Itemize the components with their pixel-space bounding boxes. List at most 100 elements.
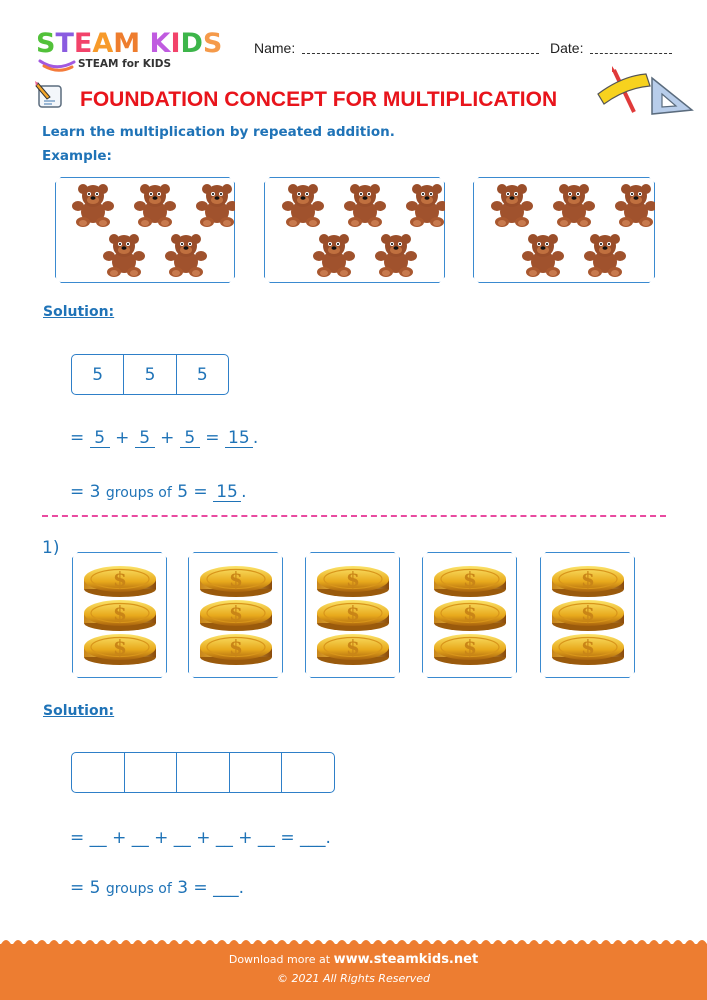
svg-text:$: $ bbox=[463, 601, 477, 625]
ruler-triangle-icon bbox=[597, 66, 694, 115]
number-box[interactable] bbox=[72, 753, 125, 792]
period: . bbox=[325, 828, 331, 848]
period: . bbox=[252, 428, 259, 448]
teddy-bear-icon bbox=[615, 182, 657, 228]
footer-copyright: © 2021 All Rights Reserved bbox=[276, 972, 430, 985]
number-box: 5 bbox=[72, 355, 125, 394]
period: . bbox=[241, 482, 247, 502]
svg-text:$: $ bbox=[113, 601, 127, 625]
question-number: 1) bbox=[42, 538, 60, 558]
logo-letter: E bbox=[73, 28, 93, 59]
teddy-bear-icon bbox=[491, 182, 533, 228]
number-box[interactable] bbox=[177, 753, 230, 792]
section-divider bbox=[42, 515, 666, 517]
svg-text:$: $ bbox=[581, 635, 595, 659]
svg-text:$: $ bbox=[581, 601, 595, 625]
teddy-bear-icon bbox=[406, 182, 448, 228]
svg-text:$: $ bbox=[229, 635, 243, 659]
logo-letter: S bbox=[36, 28, 56, 59]
example-group-frame bbox=[55, 177, 235, 283]
svg-text:$: $ bbox=[581, 567, 595, 591]
groups-count: = 5 bbox=[70, 878, 101, 898]
equals-sign: = bbox=[70, 828, 85, 848]
footer-download-text: Download more at www.steamkids.net bbox=[0, 952, 707, 967]
answer-sum-blank[interactable]: ___ bbox=[300, 828, 326, 848]
product-result: 15 bbox=[213, 483, 242, 502]
logo-letter: S bbox=[202, 28, 223, 59]
teddy-bear-icon bbox=[344, 182, 386, 228]
gold-coin-icon: $ $ $ bbox=[550, 563, 626, 669]
svg-text:$: $ bbox=[463, 635, 477, 659]
answer-blank-5[interactable]: __ bbox=[258, 828, 275, 848]
date-field[interactable] bbox=[590, 53, 672, 54]
groups-count: = 3 bbox=[70, 482, 101, 502]
svg-text:$: $ bbox=[229, 601, 243, 625]
answer-blank-2[interactable]: __ bbox=[132, 828, 149, 848]
plus-sign: + bbox=[112, 828, 127, 848]
number-box[interactable] bbox=[230, 753, 283, 792]
number-box[interactable] bbox=[125, 753, 178, 792]
question-group-frame: $ $ $ bbox=[72, 552, 167, 678]
groups-of-text: groups of bbox=[105, 881, 172, 897]
number-box[interactable] bbox=[282, 753, 334, 792]
answer-blank-3[interactable]: __ bbox=[174, 828, 191, 848]
answer-number-boxes bbox=[71, 752, 335, 793]
plus-sign: + bbox=[160, 428, 175, 448]
addend-3: 5 bbox=[179, 429, 200, 448]
logo-letter bbox=[140, 28, 149, 60]
teddy-bear-icon bbox=[134, 182, 176, 228]
example-number-boxes: 555 bbox=[71, 354, 229, 395]
logo-letter: K bbox=[149, 28, 171, 59]
equals-sign: = bbox=[205, 428, 220, 448]
addend-1: 5 bbox=[89, 429, 110, 448]
svg-text:$: $ bbox=[346, 635, 360, 659]
svg-text:$: $ bbox=[346, 601, 360, 625]
teddy-bear-icon bbox=[584, 232, 626, 278]
example-groups-equation: = 3 groups of 5 = 15. bbox=[70, 482, 246, 502]
logo-smile-icon bbox=[38, 59, 76, 72]
teddy-bear-icon bbox=[375, 232, 417, 278]
equals-sign: = bbox=[280, 828, 295, 848]
answer-blank-1[interactable]: __ bbox=[90, 828, 107, 848]
teddy-bear-icon bbox=[522, 232, 564, 278]
example-group-frame bbox=[473, 177, 655, 283]
name-field[interactable] bbox=[302, 53, 539, 54]
question-group-frame: $ $ $ bbox=[540, 552, 635, 678]
question-addition-equation: = __ + __ + __ + __ + __ = ___. bbox=[70, 828, 331, 848]
teddy-bear-icon bbox=[165, 232, 207, 278]
question-solution-label: Solution: bbox=[43, 703, 115, 719]
question-group-frame: $ $ $ bbox=[305, 552, 400, 678]
period: . bbox=[238, 878, 244, 898]
number-box: 5 bbox=[124, 355, 177, 394]
teddy-bear-icon bbox=[103, 232, 145, 278]
question-groups-equation: = 5 groups of 3 = ___. bbox=[70, 878, 244, 898]
logo-letter: A bbox=[92, 28, 114, 59]
steam-kids-logo: STEAM KIDS bbox=[36, 28, 222, 60]
name-label: Name: bbox=[254, 40, 296, 56]
groups-of-text: groups of bbox=[105, 485, 172, 501]
svg-text:$: $ bbox=[346, 567, 360, 591]
group-size: 3 = bbox=[177, 878, 208, 898]
equals-sign: = bbox=[70, 428, 85, 448]
plus-sign: + bbox=[115, 428, 130, 448]
teddy-bear-icon bbox=[553, 182, 595, 228]
sum-result: 15 bbox=[224, 429, 253, 448]
answer-product-blank[interactable]: ___ bbox=[213, 878, 239, 898]
teddy-bear-icon bbox=[72, 182, 114, 228]
gold-coin-icon: $ $ $ bbox=[198, 563, 274, 669]
page-title: FOUNDATION CONCEPT FOR MULTIPLICATION bbox=[80, 88, 558, 111]
answer-blank-4[interactable]: __ bbox=[216, 828, 233, 848]
logo-letter: T bbox=[55, 28, 74, 59]
website-link[interactable]: www.steamkids.net bbox=[334, 952, 479, 967]
example-addition-equation: = 5 + 5 + 5 = 15. bbox=[70, 428, 258, 448]
question-group-frame: $ $ $ bbox=[422, 552, 517, 678]
logo-letter: M bbox=[113, 28, 141, 59]
download-prefix: Download more at bbox=[228, 953, 331, 966]
svg-text:$: $ bbox=[113, 567, 127, 591]
logo-tagline: STEAM for KIDS bbox=[78, 58, 172, 70]
teddy-bear-icon bbox=[282, 182, 324, 228]
solution-label: Solution: bbox=[43, 304, 115, 320]
group-size: 5 = bbox=[177, 482, 208, 502]
svg-text:$: $ bbox=[113, 635, 127, 659]
date-label: Date: bbox=[550, 40, 584, 56]
